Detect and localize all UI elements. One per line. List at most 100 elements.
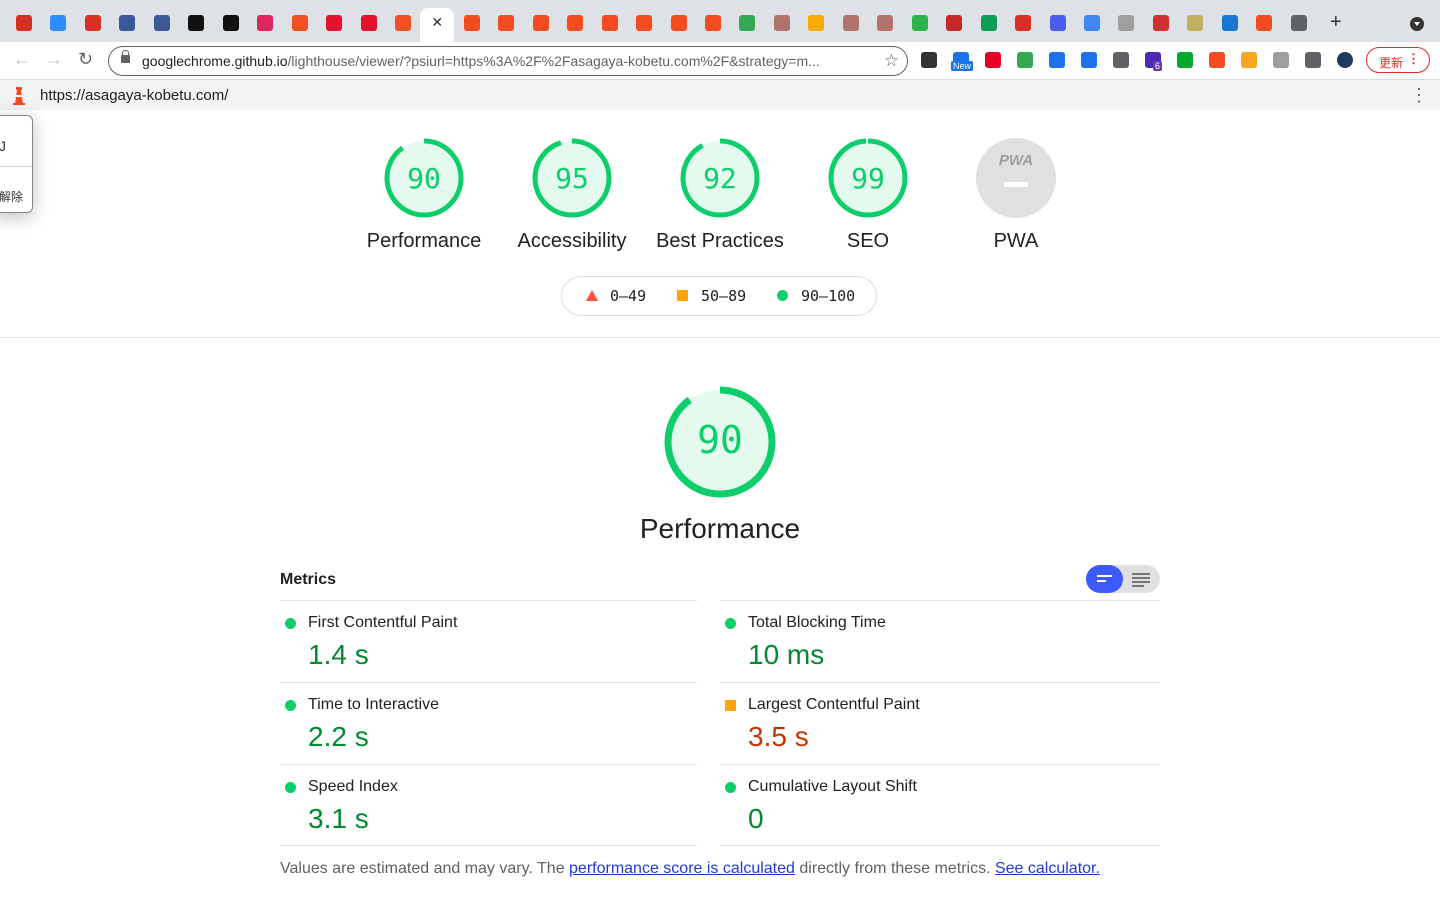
- pass-circle-icon: [285, 618, 296, 629]
- update-button[interactable]: 更新 ⋮: [1366, 47, 1430, 73]
- bookmark-star-icon[interactable]: ☆: [884, 51, 899, 71]
- forward-arrow-icon[interactable]: →: [45, 50, 63, 68]
- cards-icon: [773, 15, 790, 31]
- metric-speed-index: Speed Index 3.1 s: [280, 764, 697, 847]
- url-text[interactable]: googlechrome.github.io/lighthouse/viewer…: [142, 53, 820, 69]
- browser-tab[interactable]: [1178, 9, 1212, 42]
- report-menu-icon[interactable]: ⋮: [1410, 86, 1428, 104]
- metric-time-to-interactive: Time to Interactive 2.2 s: [280, 682, 697, 765]
- gauge-label: PWA: [993, 230, 1039, 252]
- browser-tab[interactable]: [145, 9, 179, 42]
- gauge-seo[interactable]: 99 SEO: [788, 138, 948, 258]
- see-calculator-link[interactable]: See calculator.: [995, 860, 1100, 877]
- gauge-label: Accessibility: [517, 230, 627, 252]
- browser-toolbar: ← → ↻ googlechrome.github.io/lighthouse/…: [0, 42, 1440, 80]
- browser-tab[interactable]: [386, 9, 420, 42]
- metric-label: Cumulative Layout Shift: [748, 778, 917, 795]
- back-arrow-icon[interactable]: ←: [13, 50, 31, 68]
- browser-tab[interactable]: [110, 9, 144, 42]
- browser-tab[interactable]: [1144, 9, 1178, 42]
- browser-tab[interactable]: [834, 9, 868, 42]
- browser-menu-icon[interactable]: ⋮: [1407, 51, 1420, 67]
- popup-release-button[interactable]: 解除: [0, 188, 23, 205]
- browser-tab[interactable]: [214, 9, 248, 42]
- gauge-best-practices[interactable]: 92 Best Practices: [640, 138, 800, 258]
- hexagon-icon[interactable]: 6: [1145, 52, 1163, 71]
- browser-tab[interactable]: [972, 9, 1006, 42]
- browser-tab[interactable]: [41, 9, 75, 42]
- incognito-icon: [1290, 15, 1307, 31]
- metric-label: First Contentful Paint: [308, 614, 458, 631]
- browser-tab[interactable]: [662, 9, 696, 42]
- globe-icon: [946, 15, 963, 31]
- gauge-performance[interactable]: 90 Performance: [344, 138, 504, 258]
- address-bar[interactable]: googlechrome.github.io/lighthouse/viewer…: [108, 46, 908, 76]
- browser-tab[interactable]: [317, 9, 351, 42]
- browser-tab[interactable]: [903, 9, 937, 42]
- browser-tab[interactable]: [248, 9, 282, 42]
- browser-tab[interactable]: [1006, 9, 1040, 42]
- report-url[interactable]: https://asagaya-kobetu.com/: [40, 87, 228, 104]
- browser-tab[interactable]: [1075, 9, 1109, 42]
- puzzle-icon[interactable]: [1305, 52, 1321, 68]
- browser-tab[interactable]: [765, 9, 799, 42]
- browser-tab[interactable]: [937, 9, 971, 42]
- browser-tab[interactable]: [1041, 9, 1075, 42]
- browser-tab[interactable]: [1282, 9, 1316, 42]
- browser-tab[interactable]: [1247, 9, 1281, 42]
- browser-tab[interactable]: [179, 9, 213, 42]
- reload-icon[interactable]: ↻: [78, 50, 93, 68]
- compact-view-button[interactable]: [1086, 565, 1123, 593]
- pass-circle-icon: [285, 700, 296, 711]
- lighthouse-icon[interactable]: [1209, 52, 1225, 68]
- browser-tab[interactable]: [558, 9, 592, 42]
- gauge-score: 99: [851, 162, 885, 195]
- browser-tab[interactable]: ✕: [420, 8, 455, 42]
- gauge-accessibility[interactable]: 95 Accessibility: [492, 138, 652, 258]
- browser-tab[interactable]: [730, 9, 764, 42]
- metrics-view-toggle[interactable]: [1086, 565, 1160, 593]
- feedly-icon: [911, 15, 928, 31]
- google-icon[interactable]: [1017, 52, 1033, 68]
- lock-icon[interactable]: [121, 50, 130, 63]
- pass-circle-icon: [285, 782, 296, 793]
- calendar-icon[interactable]: [1081, 52, 1097, 68]
- browser-tab[interactable]: [524, 9, 558, 42]
- browser-tab[interactable]: [696, 9, 730, 42]
- avatar-icon[interactable]: [1337, 52, 1353, 68]
- metrics-footnote: Values are estimated and may vary. The p…: [280, 860, 1100, 878]
- ai-icon: [980, 15, 997, 31]
- evernote-icon[interactable]: [1177, 52, 1193, 68]
- gauge-pwa[interactable]: PWA PWA: [936, 138, 1096, 258]
- performance-main-title: Performance: [639, 513, 801, 544]
- r-icon[interactable]: [1113, 52, 1129, 68]
- browser-tab[interactable]: [489, 9, 523, 42]
- bi-icon[interactable]: [1049, 52, 1065, 68]
- browser-tab[interactable]: [76, 9, 110, 42]
- shoe-icon[interactable]: [921, 52, 937, 68]
- tab-search-icon[interactable]: [1410, 17, 1424, 31]
- grey-box-icon[interactable]: [1273, 52, 1289, 68]
- browser-tab[interactable]: [799, 9, 833, 42]
- metric-value: 10 ms: [748, 639, 825, 670]
- browser-tab[interactable]: [627, 9, 661, 42]
- new-badge-icon[interactable]: New: [951, 52, 974, 71]
- score-calculated-link[interactable]: performance score is calculated: [569, 860, 795, 877]
- close-tab-icon[interactable]: ✕: [431, 14, 443, 31]
- tool-icon[interactable]: [1241, 52, 1257, 68]
- browser-tab[interactable]: [7, 9, 41, 42]
- browser-tab[interactable]: [283, 9, 317, 42]
- footnote-middle: directly from these metrics.: [794, 860, 995, 877]
- pinterest-icon[interactable]: [985, 52, 1001, 68]
- metric-value: 0: [748, 803, 764, 834]
- browser-tab[interactable]: [593, 9, 627, 42]
- browser-tab[interactable]: [352, 9, 386, 42]
- average-square-icon: [725, 700, 736, 711]
- new-tab-button[interactable]: +: [1330, 12, 1342, 32]
- browser-tab[interactable]: [1109, 9, 1143, 42]
- score-scale-legend: 0–49 50–89 90–100: [561, 276, 877, 316]
- browser-tab[interactable]: [1213, 9, 1247, 42]
- browser-tab[interactable]: [868, 9, 902, 42]
- browser-tab[interactable]: [455, 9, 489, 42]
- lighthouse-icon: [532, 15, 549, 31]
